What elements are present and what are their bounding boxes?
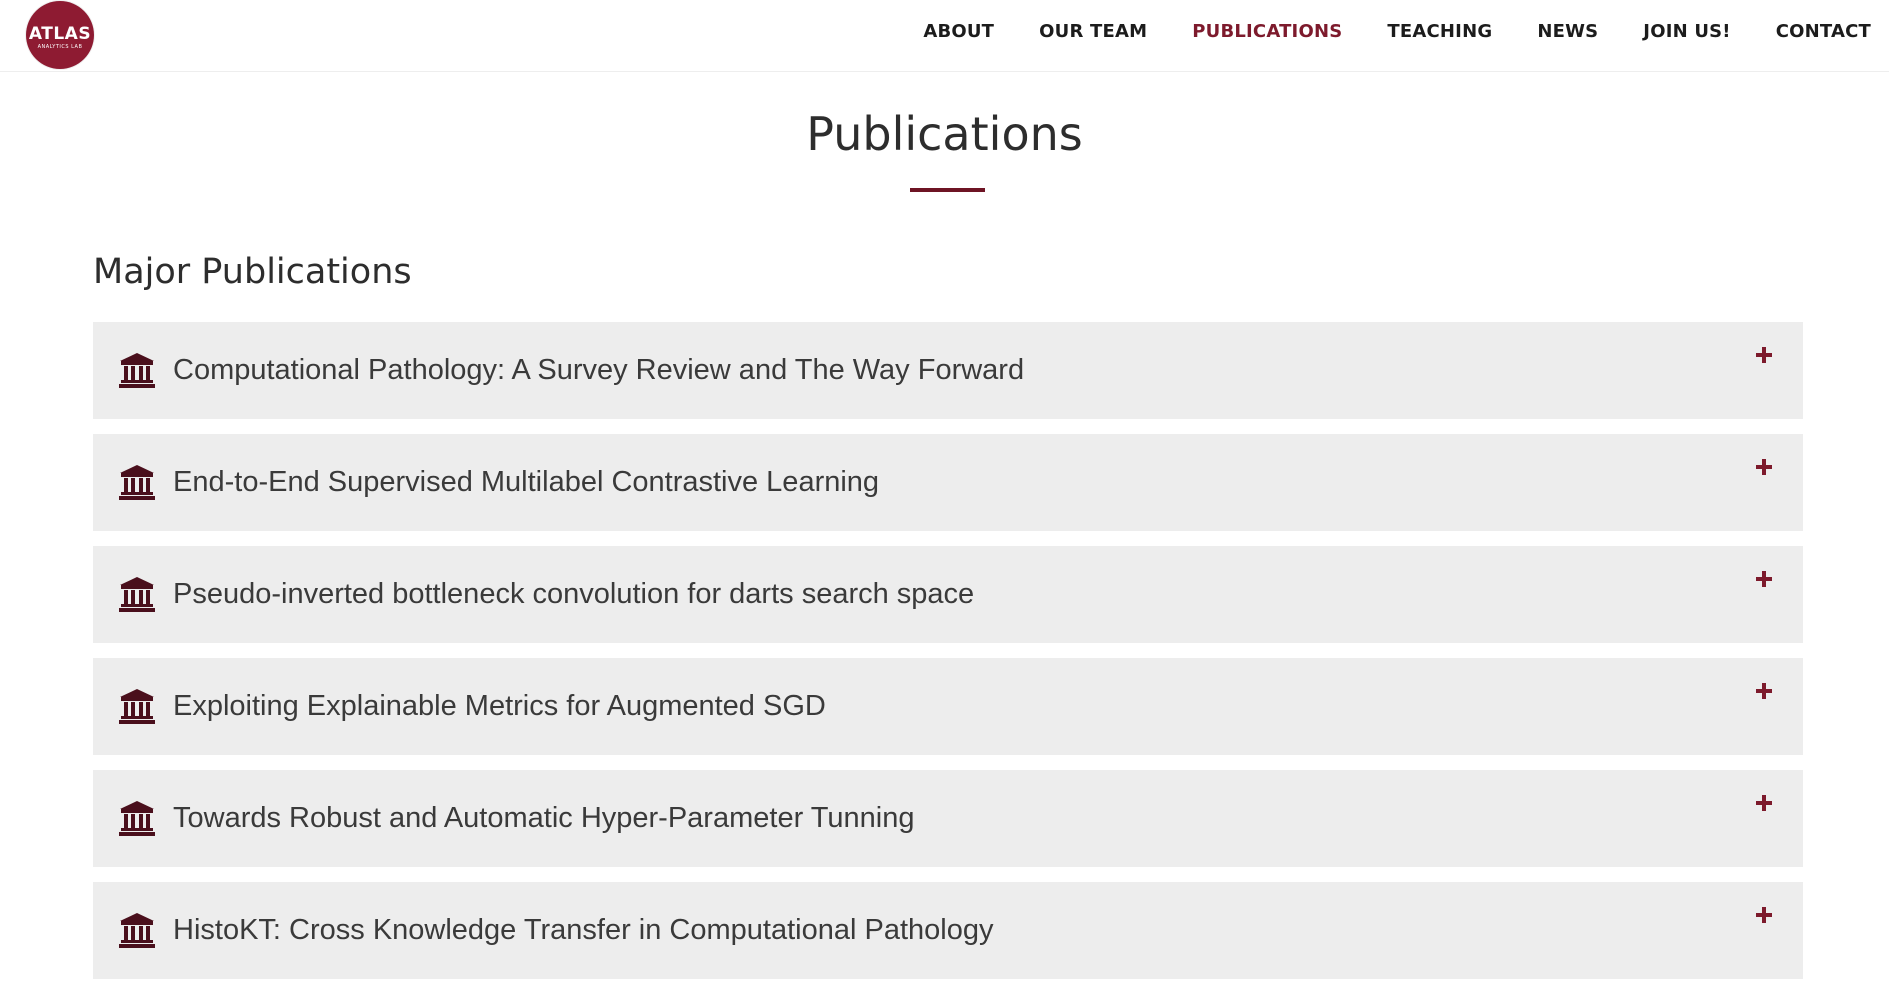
- institution-icon: [119, 801, 155, 836]
- title-underline: [910, 188, 985, 192]
- plus-icon[interactable]: [1754, 793, 1774, 813]
- institution-icon: [119, 913, 155, 948]
- nav-teaching[interactable]: TEACHING: [1387, 21, 1492, 42]
- nav-publications[interactable]: PUBLICATIONS: [1192, 21, 1342, 42]
- publication-item[interactable]: Computational Pathology: A Survey Review…: [93, 322, 1803, 419]
- publication-title: HistoKT: Cross Knowledge Transfer in Com…: [173, 914, 994, 946]
- institution-icon: [119, 353, 155, 388]
- institution-icon: [119, 465, 155, 500]
- nav-join-us[interactable]: JOIN US!: [1643, 21, 1730, 42]
- plus-icon[interactable]: [1754, 345, 1774, 365]
- logo-subtext: ANALYTICS LAB: [37, 44, 83, 50]
- section-title: Major Publications: [93, 252, 412, 292]
- plus-icon[interactable]: [1754, 569, 1774, 589]
- nav-contact[interactable]: CONTACT: [1776, 21, 1871, 42]
- publication-title: Exploiting Explainable Metrics for Augme…: [173, 690, 826, 722]
- nav-our-team[interactable]: OUR TEAM: [1039, 21, 1147, 42]
- plus-icon[interactable]: [1754, 905, 1774, 925]
- atlas-logo[interactable]: ATLAS ANALYTICS LAB: [26, 1, 94, 69]
- plus-icon[interactable]: [1754, 681, 1774, 701]
- publication-item[interactable]: End-to-End Supervised Multilabel Contras…: [93, 434, 1803, 531]
- publication-title: Pseudo-inverted bottleneck convolution f…: [173, 578, 975, 610]
- publication-title: Towards Robust and Automatic Hyper-Param…: [173, 802, 915, 834]
- publication-item[interactable]: Pseudo-inverted bottleneck convolution f…: [93, 546, 1803, 643]
- logo-text: ATLAS: [28, 24, 92, 44]
- plus-icon[interactable]: [1754, 457, 1774, 477]
- publication-item[interactable]: Towards Robust and Automatic Hyper-Param…: [93, 770, 1803, 867]
- page-title: Publications: [806, 107, 1083, 161]
- institution-icon: [119, 577, 155, 612]
- institution-icon: [119, 689, 155, 724]
- publication-title: End-to-End Supervised Multilabel Contras…: [173, 466, 880, 498]
- publication-item[interactable]: HistoKT: Cross Knowledge Transfer in Com…: [93, 882, 1803, 979]
- publication-title: Computational Pathology: A Survey Review…: [173, 354, 1025, 386]
- publication-item[interactable]: Exploiting Explainable Metrics for Augme…: [93, 658, 1803, 755]
- nav-about[interactable]: ABOUT: [923, 21, 994, 42]
- main-nav: ABOUT OUR TEAM PUBLICATIONS TEACHING NEW…: [923, 21, 1871, 42]
- site-header: ATLAS ANALYTICS LAB ABOUT OUR TEAM PUBLI…: [0, 0, 1889, 72]
- publications-accordion: Computational Pathology: A Survey Review…: [93, 322, 1803, 994]
- nav-news[interactable]: NEWS: [1537, 21, 1598, 42]
